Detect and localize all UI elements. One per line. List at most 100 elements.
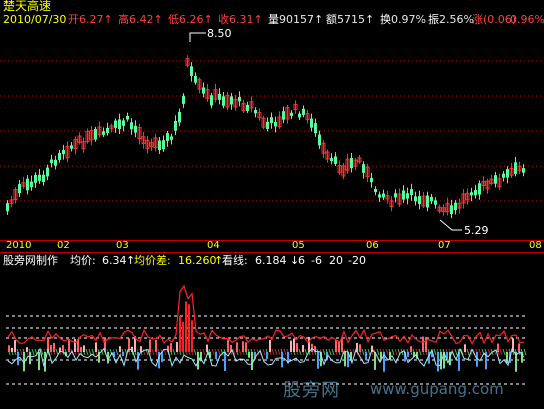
stat-key: 高 — [118, 13, 129, 26]
candle-body — [194, 75, 197, 83]
month-axis: 2010 02 03 04 05 06 07 08 — [0, 240, 544, 253]
candle-body — [394, 193, 397, 198]
price-chart-panel[interactable]: 8.50 5.29 — [0, 27, 544, 240]
candle-body — [314, 123, 317, 134]
indicator-bar — [464, 344, 466, 352]
candle-body — [522, 168, 525, 173]
indicator-bar — [290, 340, 292, 352]
indicator-bar — [50, 344, 52, 352]
indicator-title-row: 股旁网制作 均价: 6.34 ↑ 均价差: 16.260 ↑ 看线: 6.184… — [0, 253, 544, 267]
indicator-hatch — [31, 348, 35, 356]
indicator-param: 6 — [298, 254, 305, 267]
stat-item: 开6.27↑ — [68, 13, 113, 26]
indicator-bar — [224, 352, 226, 371]
candle-body — [54, 159, 57, 166]
candle-body — [302, 108, 305, 115]
indicator-hatch — [88, 348, 92, 356]
candle-body — [454, 202, 457, 210]
indicator-bar — [176, 341, 178, 352]
indicator-hatch — [193, 348, 197, 356]
indicator-hatch — [55, 348, 59, 356]
indicator-bar — [215, 352, 217, 359]
candle-body — [434, 200, 437, 205]
candle-body — [402, 190, 405, 200]
indicator-diff-value: 16.260 — [178, 254, 217, 267]
indicator-hatch — [322, 348, 326, 356]
candle-body — [70, 145, 73, 149]
indicator-bar — [242, 341, 244, 352]
candle-body — [270, 117, 273, 123]
indicator-bar — [227, 339, 229, 352]
watermark-site-url: www.gupang.com — [370, 380, 504, 398]
candle-body — [502, 173, 505, 178]
indicator-hatch — [238, 348, 242, 356]
indicator-hatch — [304, 348, 308, 356]
up-arrow-icon: ↑ — [253, 13, 263, 26]
candle-body — [182, 95, 185, 104]
month-label: 06 — [366, 240, 379, 251]
candle-body — [310, 118, 313, 128]
indicator-bar — [29, 352, 31, 365]
indicator-bar — [182, 321, 184, 352]
candle-body — [18, 184, 21, 194]
indicator-hatch — [478, 348, 482, 356]
indicator-avg-value: 6.34 — [102, 254, 127, 267]
indicator-bar — [407, 352, 409, 357]
candle-body — [334, 156, 337, 164]
stat-item: 振2.56% — [428, 13, 474, 26]
stat-item: 收6.31↑ — [218, 13, 263, 26]
indicator-bar — [191, 320, 193, 352]
stat-item: 高6.42↑ — [118, 13, 163, 26]
indicator-param: -6 — [311, 254, 322, 267]
month-label: 05 — [292, 240, 305, 251]
candle-body — [246, 104, 249, 111]
candle-body — [202, 87, 205, 94]
candle-body — [158, 140, 161, 151]
indicator-avg-label: 均价: — [70, 254, 96, 267]
indicator-bar — [281, 352, 283, 368]
indicator-hatch — [367, 348, 371, 356]
candle-body — [162, 140, 165, 150]
stat-key: 收 — [218, 13, 229, 26]
candle-body — [106, 127, 109, 133]
month-label: 02 — [57, 240, 70, 251]
stat-value: 6.31 — [229, 13, 254, 26]
candle-body — [274, 121, 277, 127]
candle-body — [222, 96, 225, 106]
indicator-bar — [38, 352, 40, 371]
indicator-hatch — [217, 348, 221, 356]
stat-value: 2.56% — [439, 13, 474, 26]
indicator-hatch — [115, 348, 119, 356]
indicator-bar — [437, 352, 439, 372]
indicator-bar — [518, 343, 520, 352]
stat-value: 6.26 — [179, 13, 204, 26]
low-marker-line — [439, 219, 462, 231]
indicator-hatch — [328, 348, 332, 356]
indicator-hatch — [394, 348, 398, 356]
candle-body — [266, 121, 269, 129]
indicator-bar — [53, 342, 55, 352]
indicator-bar — [266, 352, 268, 359]
stat-value: 6.27 — [79, 13, 104, 26]
indicator-bar — [251, 352, 253, 371]
indicator-bar — [341, 339, 343, 352]
candle-body — [130, 122, 133, 130]
indicator-hatch — [19, 348, 23, 356]
candle-body — [94, 129, 97, 140]
candle-body — [506, 169, 509, 178]
candle-body — [382, 193, 385, 198]
indicator-bar — [137, 352, 139, 370]
stat-key: 换 — [380, 13, 391, 26]
candle-body — [370, 177, 373, 183]
indicator-bar — [68, 338, 70, 352]
candle-body — [474, 189, 477, 196]
candle-body — [62, 149, 65, 155]
indicator-bar — [365, 352, 367, 361]
candle-body — [430, 196, 433, 202]
indicator-param: 20 — [329, 254, 343, 267]
indicator-hatch — [391, 348, 395, 356]
indicator-hatch — [466, 348, 470, 356]
indicator-bar — [26, 347, 28, 352]
stock-name: 楚天高速 — [3, 0, 52, 13]
candle-body — [210, 95, 213, 106]
